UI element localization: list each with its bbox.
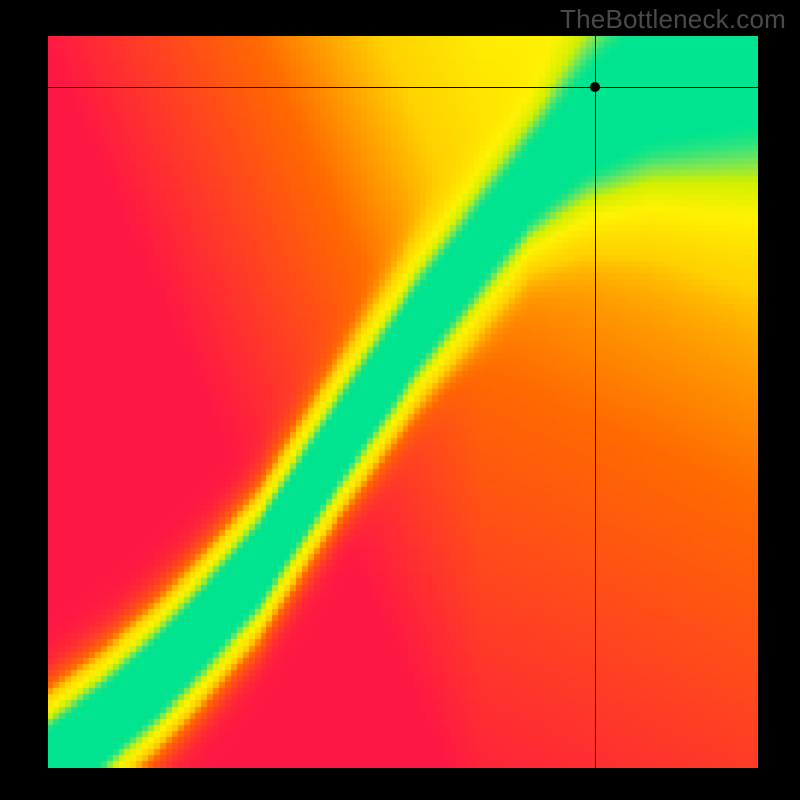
heatmap-plot — [48, 36, 758, 768]
crosshair-vertical — [595, 36, 596, 768]
watermark-text: TheBottleneck.com — [560, 4, 786, 35]
heatmap-canvas — [48, 36, 758, 768]
crosshair-horizontal — [48, 87, 758, 88]
chart-frame: TheBottleneck.com — [0, 0, 800, 800]
crosshair-point — [590, 82, 600, 92]
